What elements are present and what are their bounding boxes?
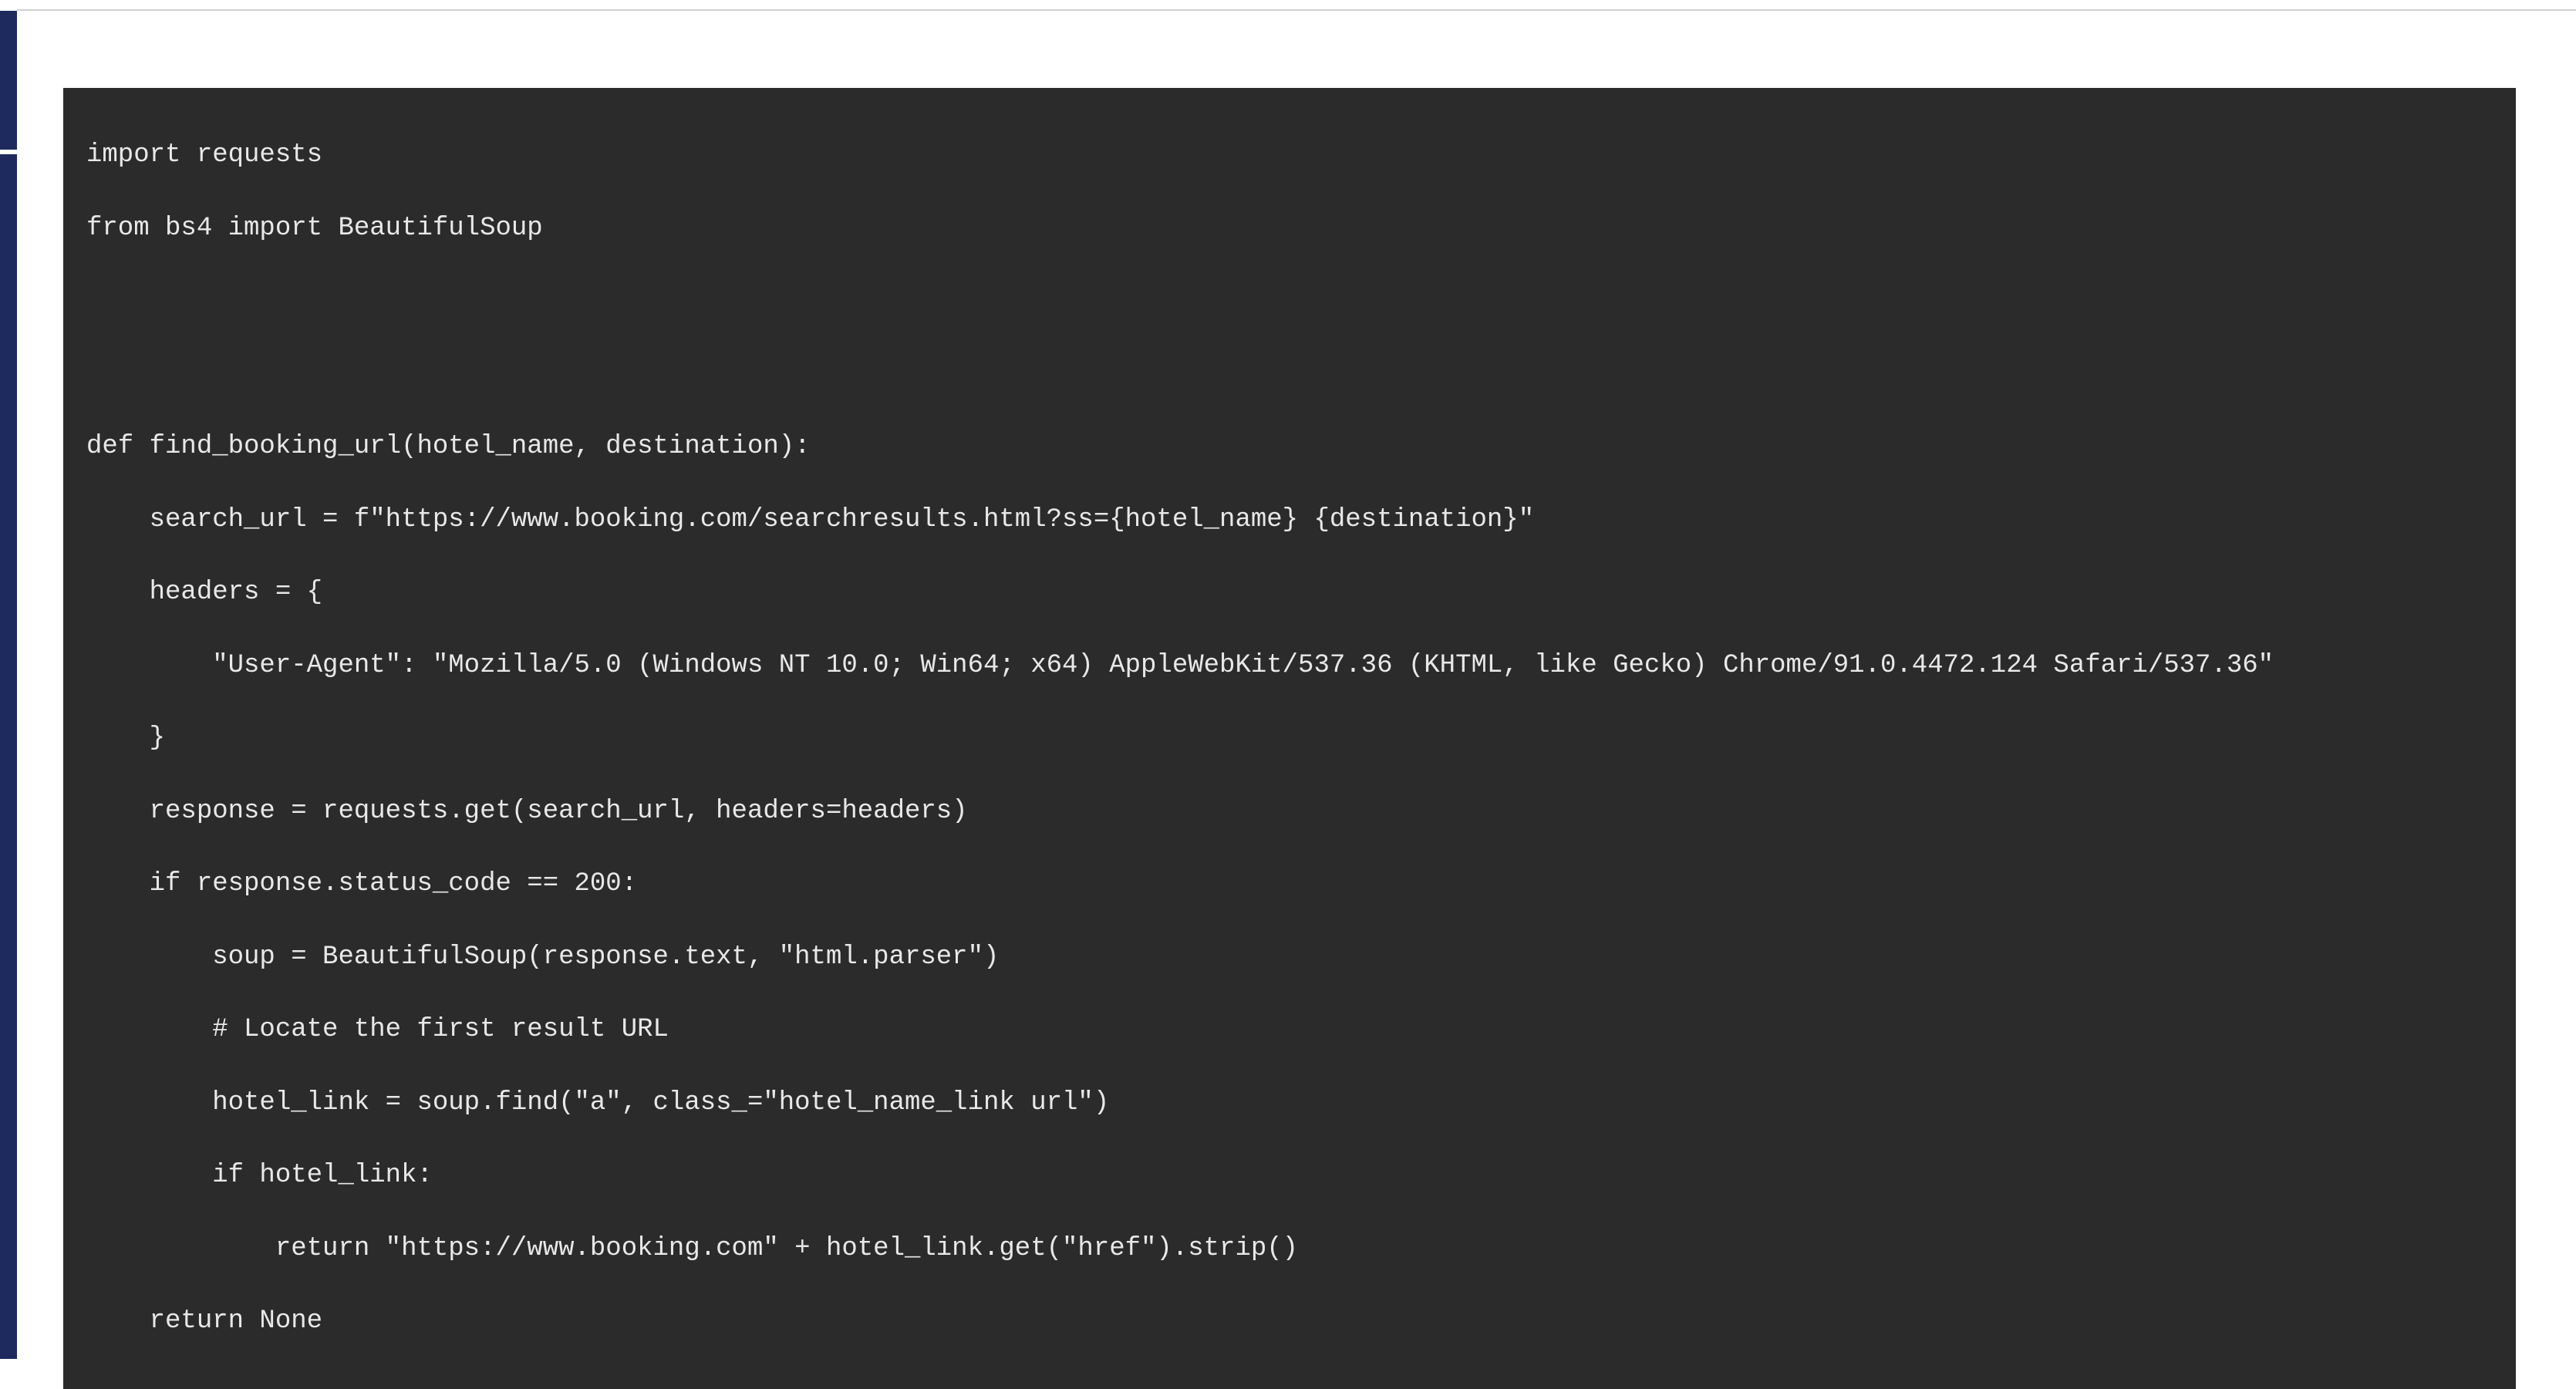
code-block[interactable]: import requests from bs4 import Beautifu… <box>63 88 2516 1389</box>
left-border <box>0 0 17 1359</box>
content-area: import requests from bs4 import Beautifu… <box>17 11 2576 1359</box>
left-accent-block-1 <box>0 11 17 150</box>
left-accent-block-2 <box>0 154 17 1359</box>
